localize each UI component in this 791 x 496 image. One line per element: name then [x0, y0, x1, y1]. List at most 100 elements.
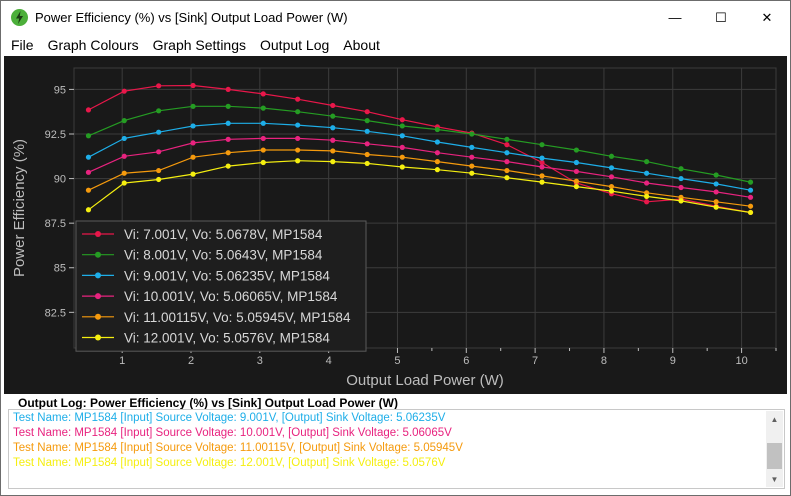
y-tick-label: 87.5: [45, 218, 66, 230]
data-point: [469, 170, 475, 176]
data-point: [747, 209, 754, 216]
output-log-box[interactable]: Test Name: MP1584 [Input] Source Voltage…: [8, 409, 785, 489]
menu-about[interactable]: About: [336, 34, 387, 56]
scroll-down-arrow-icon[interactable]: ▼: [766, 471, 783, 487]
data-point: [364, 109, 370, 115]
data-point: [504, 159, 510, 165]
data-point: [225, 136, 231, 142]
data-point: [330, 137, 336, 143]
data-point: [121, 135, 127, 142]
data-point: [399, 144, 405, 150]
scroll-up-arrow-icon[interactable]: ▲: [766, 411, 783, 427]
data-point: [190, 103, 196, 109]
log-line: Test Name: MP1584 [Input] Source Voltage…: [13, 442, 463, 454]
data-point: [573, 159, 580, 166]
plot-panel: 1 2 3 4 5 6 7 8 9 10 82.5 85 87.5 90 92.5 95 Output Load…: [4, 56, 787, 394]
title-bar[interactable]: Power Efficiency (%) vs [Sink] Output Lo…: [1, 1, 790, 34]
data-point: [225, 120, 231, 126]
app-window: Power Efficiency (%) vs [Sink] Output Lo…: [0, 0, 791, 496]
data-point: [225, 150, 231, 156]
data-point: [295, 158, 301, 164]
data-point: [85, 154, 92, 160]
data-point: [539, 142, 545, 148]
data-point: [190, 171, 196, 177]
log-line: Test Name: MP1584 [Input] Source Voltage…: [13, 412, 446, 424]
data-point: [364, 151, 370, 158]
data-point: [608, 188, 615, 194]
menu-graph-settings[interactable]: Graph Settings: [146, 34, 253, 56]
data-point: [573, 147, 580, 153]
data-point: [225, 86, 231, 93]
legend-entry-label: Vi: 10.001V, Vo: 5.06065V, MP1584: [124, 289, 338, 304]
x-axis-label: Output Load Power (W): [346, 372, 504, 389]
data-point: [504, 175, 510, 181]
data-point: [121, 118, 127, 124]
data-point: [434, 150, 440, 156]
log-scrollbar[interactable]: ▲ ▼: [766, 411, 783, 487]
x-tick-label: 4: [326, 355, 332, 367]
data-point: [190, 123, 196, 129]
minimize-button[interactable]: —: [652, 1, 698, 34]
x-tick-label: 5: [394, 355, 400, 367]
data-point: [85, 207, 92, 213]
data-point: [399, 154, 405, 160]
data-point: [713, 172, 719, 178]
data-point: [190, 140, 196, 146]
data-point: [260, 91, 266, 97]
efficiency-chart: 1 2 3 4 5 6 7 8 9 10 82.5 85 87.5 90 92.5 95 Output Load…: [11, 67, 777, 389]
output-log-panel: Output Log: Power Efficiency (%) vs [Sin…: [4, 394, 787, 492]
data-point: [399, 117, 405, 123]
x-tick-label: 8: [601, 355, 607, 367]
log-line: Test Name: MP1584 [Input] Source Voltage…: [13, 457, 446, 469]
data-point: [121, 88, 127, 94]
x-tick-label: 1: [119, 355, 125, 367]
data-point: [364, 118, 370, 124]
legend-entry-label: Vi: 11.00115V, Vo: 5.05945V, MP1584: [124, 310, 351, 325]
data-point: [156, 83, 162, 89]
data-point: [295, 147, 301, 153]
data-point: [399, 133, 405, 139]
data-point: [121, 153, 127, 159]
data-point: [330, 148, 336, 154]
close-button[interactable]: ✕: [744, 1, 790, 34]
data-point: [469, 131, 475, 137]
data-point: [504, 150, 510, 156]
data-point: [573, 168, 580, 175]
scroll-thumb[interactable]: [767, 443, 782, 469]
data-point: [469, 154, 475, 160]
data-point: [644, 193, 650, 200]
output-log-lines: Test Name: MP1584 [Input] Source Voltage…: [13, 411, 758, 471]
x-tick-label: 2: [188, 355, 194, 367]
data-point: [156, 129, 162, 135]
data-point: [573, 183, 580, 190]
data-point: [330, 159, 336, 165]
series-line: [88, 122, 751, 191]
data-point: [156, 167, 162, 174]
data-point: [364, 128, 370, 134]
data-point: [330, 125, 336, 131]
data-point: [713, 189, 719, 195]
menu-file[interactable]: File: [4, 34, 41, 56]
data-point: [644, 170, 650, 176]
data-point: [539, 164, 545, 170]
data-point: [399, 123, 405, 129]
legend-entry-label: Vi: 12.001V, Vo: 5.0576V, MP1584: [124, 331, 330, 346]
series-line: [88, 160, 751, 214]
data-point: [260, 147, 266, 153]
data-point: [156, 176, 162, 183]
menu-output-log[interactable]: Output Log: [253, 34, 336, 56]
data-point: [608, 165, 615, 171]
data-point: [644, 180, 650, 186]
y-axis-label: Power Efficiency (%): [11, 139, 28, 277]
data-point: [434, 167, 440, 173]
data-point: [295, 135, 301, 142]
maximize-button[interactable]: ☐: [698, 1, 744, 34]
data-point: [260, 135, 266, 142]
data-point: [608, 183, 615, 190]
data-point: [156, 108, 162, 114]
legend-swatch-marker: [95, 313, 101, 320]
legend-swatch-marker: [95, 251, 101, 258]
legend-entry-label: Vi: 8.001V, Vo: 5.0643V, MP1584: [124, 248, 323, 263]
data-point: [747, 187, 754, 193]
menu-graph-colours[interactable]: Graph Colours: [41, 34, 146, 56]
